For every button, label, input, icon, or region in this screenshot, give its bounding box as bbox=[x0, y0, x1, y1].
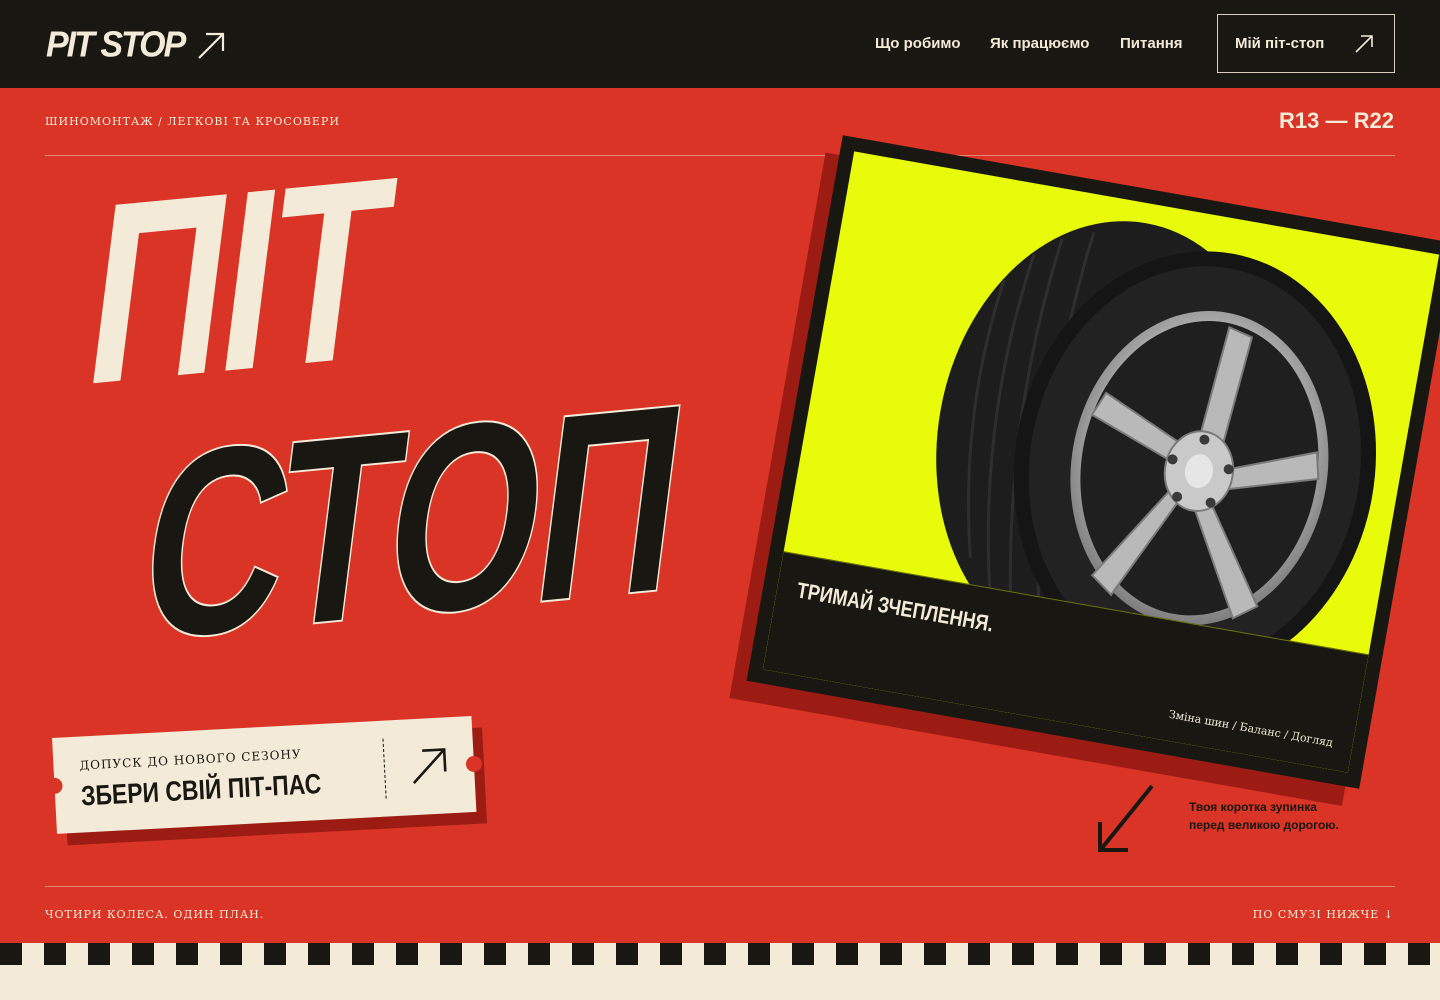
ticket-subtitle: ДОПУСК ДО НОВОГО СЕЗОНУ bbox=[79, 746, 302, 773]
ticket-perforation bbox=[382, 738, 387, 799]
arrow-up-right-icon bbox=[412, 748, 447, 784]
card-service-tags: Зміна шин / Баланс / Догляд bbox=[1167, 707, 1334, 750]
brand-logo[interactable]: PIT STOP bbox=[46, 25, 226, 65]
pit-pass-ticket[interactable]: ДОПУСК ДО НОВОГО СЕЗОНУ ЗБЕРИ СВІЙ ПІТ-П… bbox=[46, 716, 488, 846]
nav-link-what-we-do[interactable]: Що робимо bbox=[875, 35, 961, 52]
hero-note-line-1: Твоя коротка зупинка bbox=[1189, 800, 1317, 814]
nav-link-questions[interactable]: Питання bbox=[1120, 35, 1183, 52]
checker-row-1 bbox=[0, 943, 1440, 965]
breadcrumb: ШИНОМОНТАЖ / ЛЕГКОВІ ТА КРОСОВЕРИ bbox=[45, 115, 340, 128]
card-frame: ТРИМАЙ ЗЧЕПЛЕННЯ. Зміна шин / Баланс / Д… bbox=[746, 135, 1440, 789]
scroll-down-link[interactable]: ПО СМУЗІ НИЖЧЕ ↓ bbox=[1253, 908, 1394, 921]
nav-link-how-we-work[interactable]: Як працюємо bbox=[990, 35, 1089, 52]
arrow-up-right-icon bbox=[1355, 35, 1373, 53]
footer-tagline: ЧОТИРИ КОЛЕСА. ОДИН ПЛАН. bbox=[45, 908, 265, 921]
hero-photo-card: ТРИМАЙ ЗЧЕПЛЕННЯ. Зміна шин / Баланс / Д… bbox=[729, 135, 1440, 807]
my-pitstop-label: Мій піт-стоп bbox=[1235, 35, 1325, 52]
top-navigation: PIT STOP Що робимо Як працюємо Питання М… bbox=[0, 0, 1440, 88]
divider-bottom bbox=[45, 886, 1395, 887]
hero-note-line-2: перед великою дорогою. bbox=[1189, 818, 1339, 832]
card-photo: ТРИМАЙ ЗЧЕПЛЕННЯ. Зміна шин / Баланс / Д… bbox=[762, 151, 1440, 773]
logo-text: PIT STOP bbox=[46, 25, 186, 65]
rim-size-range: R13 — R22 bbox=[1279, 108, 1394, 133]
card-title: ТРИМАЙ ЗЧЕПЛЕННЯ. bbox=[795, 577, 996, 637]
arrow-down-left-icon bbox=[1098, 784, 1154, 852]
ticket-title: ЗБЕРИ СВІЙ ПІТ-ПАС bbox=[80, 767, 323, 812]
my-pitstop-button[interactable]: Мій піт-стоп bbox=[1217, 14, 1395, 73]
checkered-flag-strip bbox=[0, 943, 1440, 1000]
arrow-up-right-icon bbox=[198, 32, 225, 59]
ticket-notch-left bbox=[46, 777, 63, 795]
hero-title-line-2: СТОП bbox=[126, 347, 696, 700]
hero-note: Твоя коротка зупинка перед великою дорог… bbox=[1189, 798, 1339, 834]
